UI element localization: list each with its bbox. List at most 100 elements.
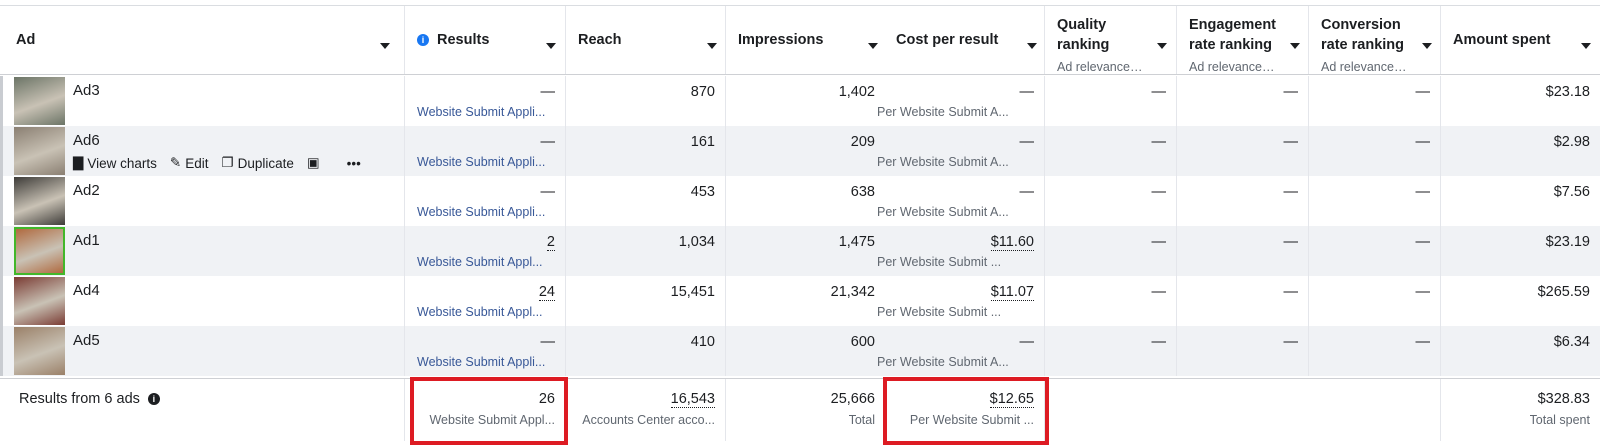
ad-cell[interactable]: Ad1 — [0, 226, 404, 276]
ad-thumbnail[interactable] — [14, 227, 65, 275]
column-header-engagement-ranking[interactable]: Engagement rate ranking Ad relevance… — [1176, 6, 1308, 74]
image-icon: ▣ — [306, 155, 320, 170]
footer-reach-value[interactable]: 16,543 — [670, 391, 715, 408]
column-header-cost-per-result[interactable]: Cost per result — [885, 6, 1044, 74]
more-button[interactable]: ••• — [347, 156, 361, 171]
conversion-value: — — [1415, 234, 1431, 250]
column-header-quality-ranking[interactable]: Quality ranking Ad relevance… — [1044, 6, 1176, 74]
preview-button[interactable]: ▣ — [307, 155, 320, 171]
ad-cell[interactable]: Ad4 — [0, 276, 404, 326]
column-header-label: Impressions — [738, 32, 824, 48]
ad-name[interactable]: Ad5 — [73, 332, 100, 349]
results-type[interactable]: Website Submit Appli... — [417, 355, 555, 369]
cost-type: Per Website Submit A... — [877, 105, 1009, 119]
ad-name[interactable]: Ad1 — [73, 232, 100, 249]
reach-value: 15,451 — [670, 284, 715, 300]
ad-name[interactable]: Ad4 — [73, 282, 100, 299]
chevron-down-icon[interactable] — [1027, 43, 1037, 49]
cost-cell: $11.60 Per Website Submit ... — [877, 226, 1044, 276]
edit-button[interactable]: ✎ Edit — [170, 155, 209, 171]
conversion-value: — — [1415, 84, 1431, 100]
results-type[interactable]: Website Submit Appl... — [417, 255, 555, 269]
ad-thumbnail[interactable] — [14, 127, 65, 175]
results-value[interactable]: 24 — [538, 284, 555, 301]
view-charts-button[interactable]: ▇ View charts — [73, 155, 157, 171]
ad-name[interactable]: Ad2 — [73, 182, 100, 199]
chevron-down-icon[interactable] — [1581, 43, 1591, 49]
column-header-sublabel: Ad relevance… — [1321, 60, 1407, 74]
results-value[interactable]: 2 — [546, 234, 555, 251]
results-value: — — [540, 184, 556, 200]
ad-cell[interactable]: Ad6 ▇ View charts ✎ Edit ❐ Duplicate ▣ ••• — [0, 126, 404, 176]
spent-cell: $6.34 — [1440, 326, 1600, 376]
ad-name[interactable]: Ad6 — [73, 132, 100, 149]
cost-value[interactable]: $11.07 — [990, 284, 1034, 301]
chevron-down-icon[interactable] — [546, 43, 556, 49]
column-header-conversion-ranking[interactable]: Conversion rate ranking Ad relevance… — [1308, 6, 1440, 74]
quality-value: — — [1151, 184, 1167, 200]
reach-cell: 15,451 — [565, 276, 725, 326]
scrollbar[interactable] — [0, 76, 3, 376]
cost-type: Per Website Submit A... — [877, 355, 1009, 369]
ad-thumbnail[interactable] — [14, 177, 65, 225]
conversion-value: — — [1415, 134, 1431, 150]
info-icon[interactable]: i — [147, 393, 160, 405]
table-row[interactable]: Ad5 — Website Submit Appli... 410 600 — Per We… — [0, 326, 1600, 376]
chevron-down-icon[interactable] — [868, 43, 878, 49]
results-type[interactable]: Website Submit Appl... — [417, 305, 555, 319]
engagement-cell: — — [1176, 176, 1308, 226]
engagement-value: — — [1283, 334, 1299, 350]
chevron-down-icon[interactable] — [707, 43, 717, 49]
conversion-cell: — — [1308, 176, 1440, 226]
column-header-amount-spent[interactable]: Amount spent — [1440, 6, 1600, 74]
ad-name[interactable]: Ad3 — [73, 82, 100, 99]
results-type[interactable]: Website Submit Appli... — [417, 205, 555, 219]
quality-cell: — — [1044, 226, 1176, 276]
table-row[interactable]: Ad6 ▇ View charts ✎ Edit ❐ Duplicate ▣ ••• — Websi… — [0, 126, 1600, 176]
table-row[interactable]: Ad2 — Website Submit Appli... 453 638 — Per We… — [0, 176, 1600, 226]
column-header-reach[interactable]: Reach — [565, 6, 725, 74]
footer-summary: Results from 6 ads i — [0, 379, 404, 441]
results-type[interactable]: Website Submit Appli... — [417, 155, 555, 169]
table-footer: Results from 6 ads i 26 Website Submit A… — [0, 378, 1600, 441]
conversion-cell: — — [1308, 76, 1440, 126]
conversion-value: — — [1415, 334, 1431, 350]
footer-impressions: 25,666 Total — [725, 379, 885, 441]
conversion-cell: — — [1308, 226, 1440, 276]
results-type[interactable]: Website Submit Appli... — [417, 105, 555, 119]
ad-thumbnail[interactable] — [14, 77, 65, 125]
column-header-impressions[interactable]: Impressions — [725, 6, 885, 74]
chevron-down-icon[interactable] — [380, 43, 390, 49]
impressions-cell: 21,342 — [725, 276, 885, 326]
reach-cell: 410 — [565, 326, 725, 376]
ad-cell[interactable]: Ad3 — [0, 76, 404, 126]
results-value: — — [540, 84, 556, 100]
impressions-cell: 1,475 — [725, 226, 885, 276]
duplicate-label: Duplicate — [237, 155, 294, 171]
bar-chart-icon: ▇ — [73, 155, 84, 170]
spent-cell: $23.18 — [1440, 76, 1600, 126]
table-row[interactable]: Ad3 — Website Submit Appli... 870 1,402 — Per … — [0, 76, 1600, 126]
chevron-down-icon[interactable] — [1290, 43, 1300, 49]
duplicate-button[interactable]: ❐ Duplicate — [222, 155, 294, 171]
ad-thumbnail[interactable] — [14, 277, 65, 325]
chevron-down-icon[interactable] — [1422, 43, 1432, 49]
engagement-cell: — — [1176, 326, 1308, 376]
ad-cell[interactable]: Ad2 — [0, 176, 404, 226]
table-row[interactable]: Ad4 24 Website Submit Appl... 15,451 21,342 $… — [0, 276, 1600, 326]
footer-reach: 16,543 Accounts Center acco... — [565, 379, 725, 441]
chevron-down-icon[interactable] — [1157, 43, 1167, 49]
reach-cell: 453 — [565, 176, 725, 226]
cost-value: — — [1019, 184, 1035, 200]
info-icon[interactable]: i — [417, 34, 429, 46]
column-header-results[interactable]: i Results — [404, 6, 565, 74]
ad-cell[interactable]: Ad5 — [0, 326, 404, 376]
cost-cell: — Per Website Submit A... — [877, 176, 1044, 226]
spent-value: $2.98 — [1553, 134, 1590, 150]
ad-thumbnail[interactable] — [14, 327, 65, 375]
column-header-ad[interactable]: Ad — [0, 6, 402, 74]
cost-value[interactable]: $11.60 — [990, 234, 1034, 251]
results-value: — — [540, 134, 556, 150]
conversion-cell: — — [1308, 276, 1440, 326]
table-row[interactable]: Ad1 2 Website Submit Appl... 1,034 1,475 $11.… — [0, 226, 1600, 276]
